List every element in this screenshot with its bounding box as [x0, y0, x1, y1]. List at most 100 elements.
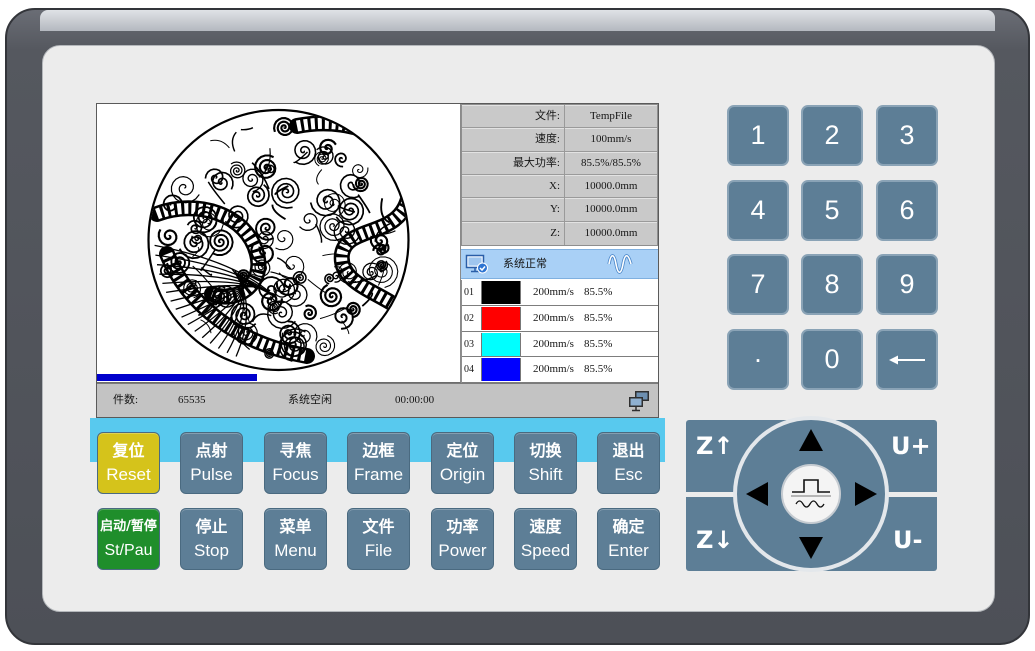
layer-power: 85.5% — [584, 337, 613, 350]
arrow-up-icon[interactable] — [798, 428, 824, 452]
layer-index: 02 — [464, 312, 474, 324]
enter-button-cn-label: 确定 — [612, 516, 645, 536]
layer-speed: 200mm/s — [533, 286, 574, 298]
arrow-left-icon[interactable] — [745, 481, 769, 507]
speed-button-en-label: Speed — [520, 540, 571, 560]
shift-button-en-label: Shift — [528, 464, 563, 484]
numpad-7-button[interactable]: 7 — [727, 254, 789, 315]
engraving-preview-image — [147, 108, 410, 372]
layer-row[interactable]: 03 200mm/s 85.5% — [462, 332, 658, 358]
menu-button-cn-label: 菜单 — [279, 516, 312, 536]
speed-button[interactable]: 速度 Speed — [514, 508, 577, 570]
info-label: 最大功率: — [462, 151, 565, 174]
esc-button-cn-label: 退出 — [612, 440, 645, 460]
numpad-backspace-button[interactable] — [876, 329, 938, 390]
focus-button[interactable]: 寻焦 Focus — [264, 432, 327, 494]
file-button-en-label: File — [364, 540, 393, 560]
pulse-button-en-label: Pulse — [190, 464, 233, 484]
layer-index: 04 — [464, 364, 474, 376]
start-pause-button-en-label: St/Pau — [104, 541, 153, 559]
start-pause-button[interactable]: 启动/暂停 St/Pau — [97, 508, 160, 570]
layer-color-swatch — [481, 358, 521, 382]
file-button[interactable]: 文件 File — [347, 508, 410, 570]
menu-button[interactable]: 菜单 Menu — [264, 508, 327, 570]
layer-speed: 200mm/s — [533, 337, 574, 350]
enter-button-en-label: Enter — [608, 540, 649, 560]
piece-count-value: 65535 — [178, 394, 206, 406]
origin-button-cn-label: 定位 — [446, 440, 479, 460]
file-button-cn-label: 文件 — [362, 516, 395, 536]
stop-button-cn-label: 停止 — [195, 516, 228, 536]
power-button-en-label: Power — [438, 540, 487, 560]
esc-button[interactable]: 退出 Esc — [597, 432, 660, 494]
info-value: 85.5%/85.5% — [581, 156, 641, 169]
numpad-1-button[interactable]: 1 — [727, 105, 789, 166]
z-up-label: Z↑ — [696, 432, 734, 460]
frame-button[interactable]: 边框 Frame — [347, 432, 410, 494]
u-plus-label: U+ — [891, 432, 931, 460]
layer-power: 85.5% — [584, 311, 613, 324]
layer-speed: 200mm/s — [533, 363, 574, 376]
numpad-5-button[interactable]: 5 — [801, 180, 863, 241]
layer-list: 01 200mm/s 85.5% 02 200mm/s 85.5% 03 200… — [461, 280, 658, 383]
focus-button-cn-label: 寻焦 — [279, 440, 312, 460]
numpad-2-button[interactable]: 2 — [801, 105, 863, 166]
esc-button-en-label: Esc — [614, 464, 643, 484]
origin-button-en-label: Origin — [439, 464, 486, 484]
direction-pad: Z↑ U+ Z↓ U- — [686, 416, 937, 572]
laser-controller-device: 文件: TempFile 速度: 100mm/s 最大功率: 85.5%/85.… — [0, 0, 1035, 651]
pulse-center-button[interactable] — [781, 464, 841, 524]
shift-button[interactable]: 切换 Shift — [514, 432, 577, 494]
pulse-wave-icon — [791, 479, 831, 508]
layer-index: 01 — [464, 287, 474, 298]
monitor-check-icon — [465, 254, 488, 274]
reset-button-cn-label: 复位 — [112, 440, 145, 460]
pulse-button[interactable]: 点射 Pulse — [180, 432, 243, 494]
numpad-8-button[interactable]: 8 — [801, 254, 863, 315]
numpad-6-button[interactable]: 6 — [876, 180, 938, 241]
numpad-0-button[interactable]: 0 — [801, 329, 863, 390]
layer-color-swatch — [481, 306, 521, 330]
info-row-speed: 速度: 100mm/s — [462, 128, 657, 152]
menu-button-en-label: Menu — [274, 540, 317, 560]
layer-index: 03 — [464, 338, 474, 350]
info-value: 10000.0mm — [584, 179, 638, 192]
bezel-top-trim — [40, 10, 995, 31]
info-label: 速度: — [462, 128, 565, 151]
arrow-right-icon[interactable] — [854, 481, 878, 507]
u-minus-label: U- — [893, 526, 923, 554]
layer-row[interactable]: 02 200mm/s 85.5% — [462, 306, 658, 332]
sine-wave-icon — [607, 254, 633, 274]
reset-button[interactable]: 复位 Reset — [97, 432, 160, 494]
info-row-y: Y: 10000.0mm — [462, 198, 657, 222]
numpad-3-button[interactable]: 3 — [876, 105, 938, 166]
info-value: TempFile — [589, 110, 632, 122]
numpad-4-button[interactable]: 4 — [727, 180, 789, 241]
stop-button[interactable]: 停止 Stop — [180, 508, 243, 570]
layer-row[interactable]: 01 200mm/s 85.5% — [462, 280, 658, 306]
frame-button-cn-label: 边框 — [362, 440, 395, 460]
info-value: 10000.0mm — [584, 226, 638, 239]
speed-button-cn-label: 速度 — [529, 516, 562, 536]
screen-status-bar: 件数: 65535 系统空闲 00:00:00 — [97, 383, 658, 417]
info-row-max-power: 最大功率: 85.5%/85.5% — [462, 151, 657, 175]
origin-button[interactable]: 定位 Origin — [431, 432, 494, 494]
layer-row[interactable]: 04 200mm/s 85.5% — [462, 357, 658, 383]
pulse-button-cn-label: 点射 — [195, 440, 228, 460]
elapsed-time: 00:00:00 — [395, 394, 435, 406]
info-label: 文件: — [462, 105, 565, 128]
power-button[interactable]: 功率 Power — [431, 508, 494, 570]
enter-button[interactable]: 确定 Enter — [597, 508, 660, 570]
z-down-label: Z↓ — [696, 526, 734, 554]
layer-color-swatch — [481, 281, 521, 304]
shift-button-cn-label: 切换 — [529, 440, 562, 460]
frame-button-en-label: Frame — [353, 464, 404, 484]
reset-button-en-label: Reset — [106, 464, 151, 484]
job-progress-bar — [97, 374, 257, 381]
numpad-dot-button[interactable]: · — [727, 329, 789, 390]
start-pause-button-cn-label: 启动/暂停 — [100, 518, 157, 534]
system-status-text: 系统正常 — [503, 258, 547, 270]
arrow-down-icon[interactable] — [798, 536, 824, 560]
numpad-9-button[interactable]: 9 — [876, 254, 938, 315]
power-button-cn-label: 功率 — [446, 516, 479, 536]
